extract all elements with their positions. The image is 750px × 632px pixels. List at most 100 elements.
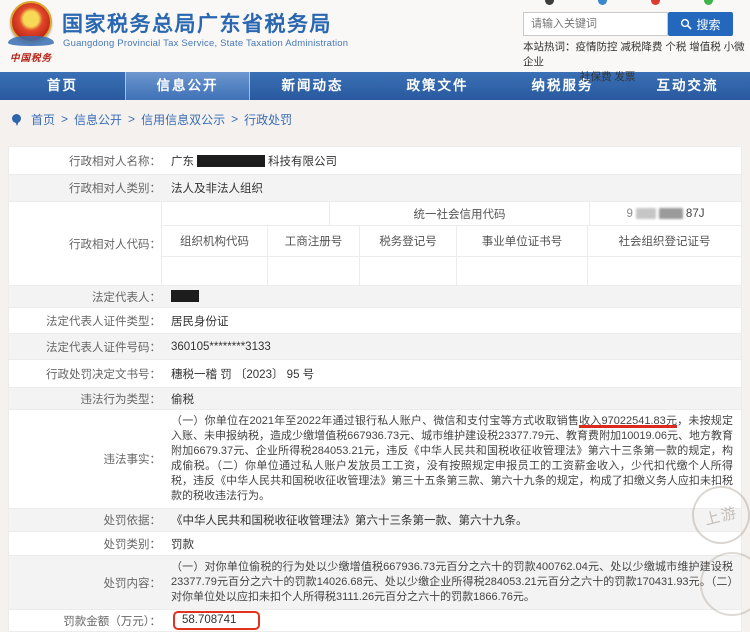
redaction-box (197, 154, 265, 167)
row-label: 行政相对人名称： (69, 155, 161, 168)
row-value: （一）你单位在2021年至2022年通过银行私人账户、微信和支付宝等方式收取销售… (161, 410, 741, 508)
empty-cell (162, 202, 330, 225)
redaction-box (658, 208, 683, 219)
row-value: 法人及非法人组织 (171, 183, 263, 195)
site-header: 中国税务 国家税务总局广东省税务局 Guangdong Provincial T… (0, 0, 750, 83)
nav-item-home[interactable]: 首页 (0, 72, 125, 100)
row-label: 处罚类别： (103, 538, 162, 551)
search-button-label: 搜索 (696, 17, 721, 32)
row-label: 行政相对人类别： (69, 183, 161, 195)
facts-text: （一）你单位在2021年至2022年通过银行私人账户、微信和支付宝等方式收取销售 (171, 415, 580, 427)
row-label: 法定代表人证件类型： (46, 315, 161, 328)
location-pin-icon (12, 113, 23, 126)
table-row-legal-rep: 法定代表人： (9, 286, 741, 308)
row-label: 违法行为类型： (80, 393, 162, 406)
table-row-doc-no: 行政处罚决定文书号： 穗税一稽 罚 〔2023〕 95 号 (9, 360, 741, 388)
search-icon (681, 18, 693, 30)
breadcrumb: 首页 > 信息公开 > 信用信息双公示 > 行政处罚 (0, 106, 750, 132)
facts-text: ，未按规定入账、未申报纳税，造成少缴增值税667936.73元、城市维护建设税2… (171, 415, 733, 502)
breadcrumb-separator: > (231, 112, 239, 126)
row-value: 偷税 (171, 393, 194, 406)
code-value-row (162, 257, 741, 285)
empty-cell (360, 257, 457, 285)
hot-words: 本站热词：疫情防控 减税降费 个税 增值税 小微企业 社保费 发票 (523, 40, 750, 85)
share-green-icon[interactable] (704, 0, 713, 5)
table-row-cert-type: 法定代表人证件类型： 居民身份证 (9, 308, 741, 334)
company-name-suffix: 科技有限公司 (268, 155, 337, 168)
table-row-violation-facts: 违法事实： （一）你单位在2021年至2022年通过银行私人账户、微信和支付宝等… (9, 410, 741, 509)
row-value: 广东 科技有限公司 (161, 153, 337, 169)
credit-code-row: 统一社会信用代码 9 87J (162, 202, 741, 226)
share-red-icon[interactable] (651, 0, 660, 5)
breadcrumb-admin-penalty[interactable]: 行政处罚 (244, 111, 292, 128)
row-value: 《中华人民共和国税收征收管理法》第六十三条第一款、第六十九条。 (171, 515, 528, 527)
company-name-prefix: 广东 (171, 155, 194, 168)
search-bar: 搜索 (523, 12, 733, 36)
row-value: 58.708741 (161, 611, 261, 630)
fine-amount-value: 58.708741 (173, 611, 261, 630)
logo-caption: 中国税务 (9, 53, 52, 64)
col-header-org-code: 组织机构代码 (162, 226, 268, 256)
col-header-business-reg: 工商注册号 (268, 226, 360, 256)
table-row-penalty-category: 处罚类别： 罚款 (9, 532, 741, 556)
site-title: 国家税务总局广东省税务局 (62, 13, 332, 36)
table-row-category: 行政相对人类别： 法人及非法人组织 (9, 175, 741, 202)
col-header-social-org-reg: 社会组织登记证号 (618, 236, 711, 248)
row-label: 处罚内容： (103, 577, 162, 590)
table-row-penalty-basis: 处罚依据： 《中华人民共和国税收征收管理法》第六十三条第一款、第六十九条。 (9, 509, 741, 532)
row-value (161, 290, 202, 303)
hot-words-line2[interactable]: 社保费 发票 (580, 70, 750, 85)
facts-highlighted-amount: 收入97022541.83元 (579, 415, 678, 428)
breadcrumb-separator: > (61, 112, 69, 126)
breadcrumb-home[interactable]: 首页 (31, 111, 55, 128)
codes-subtable: 统一社会信用代码 9 87J 组织机构代码 工商注册号 税务登记号 事业单位证书… (161, 202, 741, 285)
nav-item-info-disclosure[interactable]: 信息公开 (125, 72, 250, 100)
redaction-box (635, 208, 656, 219)
row-label: 法定代表人证件号码： (46, 341, 161, 354)
row-value: 居民身份证 (171, 315, 229, 328)
row-value: 罚款 (171, 538, 194, 551)
empty-cell (457, 257, 588, 285)
breadcrumb-credit-info[interactable]: 信用信息双公示 (141, 111, 225, 128)
credit-code-suffix: 87J (685, 207, 705, 220)
row-label: 行政相对人代码： (69, 238, 161, 251)
site-logo[interactable]: 中国税务 (5, 1, 57, 64)
row-label: 罚款金额（万元）： (63, 615, 161, 628)
col-header-tax-reg: 税务登记号 (360, 226, 457, 256)
col-header-institution-cert: 事业单位证书号 (457, 226, 588, 256)
code-header-row: 组织机构代码 工商注册号 税务登记号 事业单位证书号 社会组织登记证号 (162, 226, 741, 257)
share-blue-icon[interactable] (598, 0, 607, 5)
table-row-penalty-content: 处罚内容： （一）对你单位偷税的行为处以少缴增值税667936.73元百分之六十… (9, 556, 741, 610)
breadcrumb-info-disclosure[interactable]: 信息公开 (74, 111, 122, 128)
row-label: 违法事实： (103, 454, 162, 466)
table-row-fine-amount: 罚款金额（万元）： 58.708741 (9, 610, 741, 632)
empty-cell (588, 257, 741, 285)
site-subtitle: Guangdong Provincial Tax Service, State … (63, 38, 349, 49)
nav-item-news[interactable]: 新闻动态 (250, 72, 375, 100)
empty-cell (162, 257, 268, 285)
row-label: 处罚依据： (103, 515, 162, 527)
quick-links (545, 0, 713, 5)
redaction-box (171, 290, 199, 302)
hot-words-label: 本站热词： (523, 41, 576, 53)
search-button[interactable]: 搜索 (668, 12, 733, 36)
row-label: 行政处罚决定文书号： (46, 368, 161, 381)
search-input[interactable] (523, 12, 668, 36)
row-value: （一）对你单位偷税的行为处以少缴增值税667936.73元百分之六十的罚款400… (171, 561, 733, 603)
table-row-cert-no: 法定代表人证件号码： 360105********3133 (9, 334, 741, 360)
breadcrumb-separator: > (128, 112, 136, 126)
row-value: 360105********3133 (171, 340, 271, 353)
row-value: 穗税一稽 罚 〔2023〕 95 号 (171, 368, 315, 381)
credit-code-prefix: 9 (626, 207, 633, 220)
nav-item-policy[interactable]: 政策文件 (375, 72, 500, 100)
tax-emblem-icon (8, 1, 54, 46)
row-label: 法定代表人： (92, 291, 161, 304)
table-row-codes: 行政相对人代码： 统一社会信用代码 9 87J 组织机构代码 工商注册号 税务登… (9, 202, 741, 286)
credit-code-value: 9 87J (590, 208, 741, 220)
table-row-violation-type: 违法行为类型： 偷税 (9, 388, 741, 410)
credit-code-label: 统一社会信用代码 (330, 202, 590, 225)
table-row-name: 行政相对人名称： 广东 科技有限公司 (9, 147, 741, 175)
penalty-detail-table: 行政相对人名称： 广东 科技有限公司 行政相对人类别： 法人及非法人组织 行政相对… (8, 146, 742, 632)
empty-cell (268, 257, 360, 285)
share-dark-icon[interactable] (545, 0, 554, 5)
